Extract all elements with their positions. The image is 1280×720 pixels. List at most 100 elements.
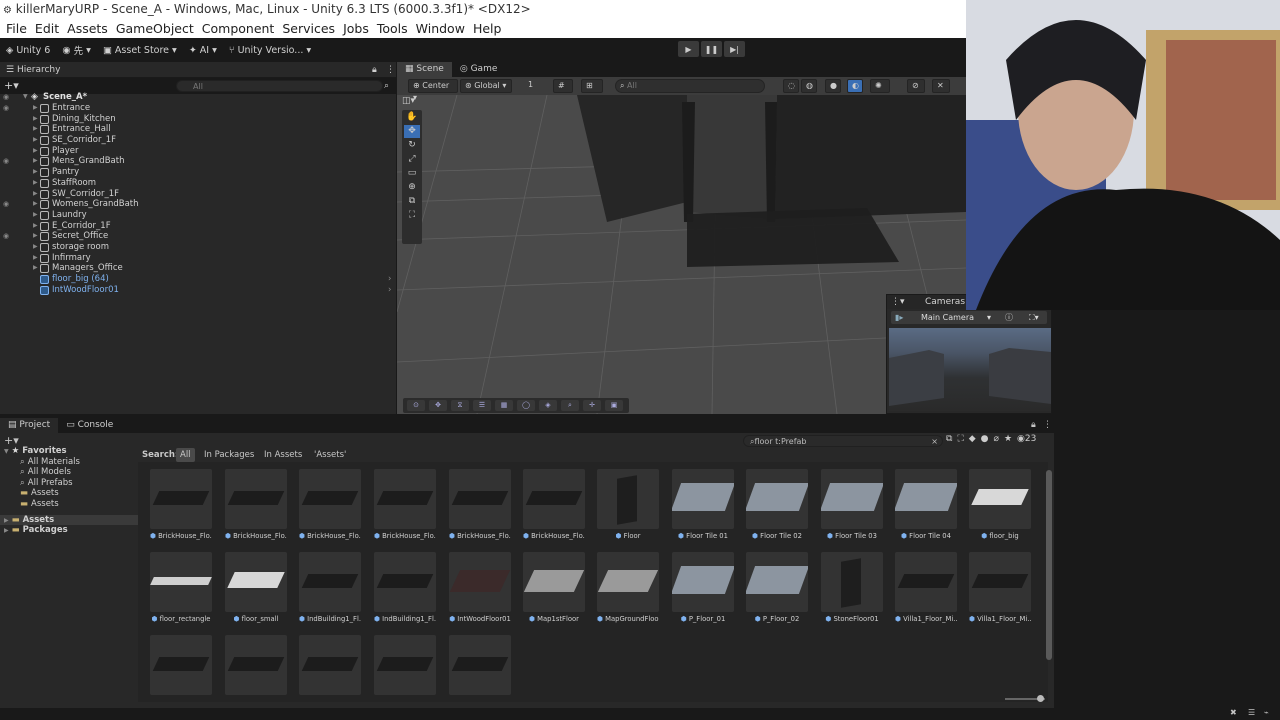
hierarchy-item[interactable]: › floor_big (64) [0,274,396,285]
hierarchy-item[interactable]: ◉ ▶ Womens_GrandBath [0,199,396,210]
visibility-icon[interactable]: ◉ [3,199,9,210]
grid-size-field[interactable]: 1 [524,79,546,93]
overlay-tool-5[interactable]: ▦ [495,400,513,411]
scene-viewport[interactable] [397,62,966,414]
asset-tile[interactable]: ⬢ floor_small [225,552,287,623]
hierarchy-item[interactable]: › IntWoodFloor01 [0,285,396,296]
hierarchy-item[interactable]: ◉ ▶ Secret_Office [0,231,396,242]
pause-button[interactable]: ❚❚ [701,41,722,57]
expand-arrow-icon[interactable]: ▶ [33,253,38,264]
hierarchy-item[interactable]: ▶ SE_Corridor_1F [0,135,396,146]
status-icon-1[interactable]: ✖ [1230,708,1237,717]
camera-settings-icon[interactable]: ⛶▾ [1029,311,1039,324]
hierarchy-search-input[interactable]: All [176,80,383,92]
project-search-input[interactable]: ⌕floor t:Prefab × [743,435,943,447]
expand-arrow-icon[interactable]: ▶ [33,199,38,210]
scope-assets-button[interactable]: In Assets [264,448,302,462]
tree-favorite-item[interactable]: ⌕ All Materials [0,457,138,468]
scene-search-input[interactable]: ⌕ All [615,79,765,93]
expand-arrow-icon[interactable]: ▶ [33,135,38,146]
lit-toggle[interactable]: ◐ [847,79,863,93]
search-by-label-icon[interactable]: ⛶ [957,434,963,448]
thumbnail-size-slider[interactable] [1005,695,1045,702]
expand-arrow-icon[interactable]: ▼ [0,448,9,455]
menu-assets[interactable]: Assets [63,19,112,38]
hidden-packages-icon[interactable]: ◉23 [1017,434,1036,448]
asset-tile[interactable]: ⬢ Floor Tile 01 [672,469,734,540]
drag-handle-icon[interactable]: ⋮▾ [891,295,905,309]
hierarchy-item[interactable]: ▶ storage room [0,242,396,253]
asset-tile[interactable]: ⬢ Floor Tile 04 [895,469,957,540]
tools-toggle[interactable]: ✕ [932,79,950,93]
visibility-icon[interactable]: ◉ [3,156,9,167]
menu-edit[interactable]: Edit [31,19,63,38]
scope-all-button[interactable]: All [176,448,195,462]
hierarchy-item[interactable]: ◉ ▶ Entrance [0,103,396,114]
status-icon-2[interactable]: ☰ [1248,708,1255,717]
overlay-tool-8[interactable]: ⌕ [561,400,579,411]
hierarchy-item[interactable]: ▶ Infirmary [0,253,396,264]
asset-tile[interactable]: ⬢ IntWoodFloor01 [449,552,511,623]
overlay-tool-7[interactable]: ◈ [539,400,557,411]
rotate-tool[interactable]: ↻ [404,139,420,152]
gizmo-toggle-1[interactable]: ◌ [783,79,799,93]
more-options-icon[interactable]: ⋮ [1043,418,1052,433]
overlay-tool-6[interactable]: ◯ [517,400,535,411]
overlay-tool-4[interactable]: ☰ [473,400,491,411]
asset-store-button[interactable]: ▣ Asset Store ▾ [97,41,183,59]
scope-packages-button[interactable]: In Packages [204,448,254,462]
grid-toggle[interactable]: # [553,79,573,93]
expand-arrow-icon[interactable]: ▶ [0,527,9,534]
expand-arrow-icon[interactable]: ▶ [33,189,38,200]
tree-favorite-item[interactable]: ▬ Assets [0,488,138,499]
view-tool[interactable]: ✋ [404,111,420,124]
camera-tool[interactable]: ⛶ [404,209,420,222]
expand-arrow-icon[interactable]: ▼ [23,92,28,103]
visibility-icon[interactable]: ⌀ [994,434,999,448]
hierarchy-item[interactable]: ▶ Laundry [0,210,396,221]
hierarchy-item[interactable]: ▶ Managers_Office [0,263,396,274]
tab-game[interactable]: ◎ Game [452,62,506,77]
tree-favorite-item[interactable]: ⌕ All Prefabs [0,478,138,489]
asset-grid-scrollbar[interactable] [1046,470,1052,660]
expand-arrow-icon[interactable]: ▶ [33,178,38,189]
asset-tile[interactable]: ⬢ Floor Tile 03 [821,469,883,540]
hierarchy-tab[interactable]: ☰ Hierarchy 🔒︎ ⋮ [0,62,396,78]
menu-tools[interactable]: Tools [373,19,412,38]
expand-arrow-icon[interactable]: ▶ [33,156,38,167]
space-dropdown[interactable]: ⊛ Global ▾ [460,79,512,93]
tree-favorites[interactable]: ▼ ★ Favorites [0,446,138,457]
menu-jobs[interactable]: Jobs [339,19,373,38]
unity-account-button[interactable]: ◈ Unity 6 [0,41,56,59]
play-button[interactable]: ▶ [678,41,699,57]
shaded-toggle[interactable]: ● [825,79,841,93]
tree-assets[interactable]: ▶ ▬ Assets [0,514,138,526]
hierarchy-item[interactable]: ▶ E_Corridor_1F [0,221,396,232]
asset-tile[interactable]: ⬢ floor_big [969,469,1031,540]
overlay-tool-9[interactable]: ✛ [583,400,601,411]
hierarchy-item[interactable]: ▶ SW_Corridor_1F [0,189,396,200]
ai-button[interactable]: ✦ AI ▾ [183,41,223,59]
asset-tile[interactable]: ⬢ IndBuilding1_Fl... [374,552,436,623]
hierarchy-item[interactable]: ▶ Entrance_Hall [0,124,396,135]
hidden-toggle[interactable]: ⊘ [907,79,925,93]
tab-scene[interactable]: ▦ Scene [397,62,452,77]
expand-arrow-icon[interactable]: ▶ [33,242,38,253]
expand-arrow-icon[interactable]: ▶ [33,263,38,274]
version-control-button[interactable]: ⑂ Unity Versio... ▾ [223,41,317,59]
chevron-right-icon[interactable]: › [388,274,391,285]
menu-services[interactable]: Services [278,19,339,38]
visibility-icon[interactable]: ◉ [3,231,9,242]
expand-arrow-icon[interactable]: ▶ [0,517,9,524]
orientation-icon[interactable]: ◫▾ [402,96,422,110]
clear-search-icon[interactable]: × [931,436,938,447]
hierarchy-item[interactable]: ▶ Dining_Kitchen [0,114,396,125]
scene-view[interactable]: ▦ Scene ◎ Game ⊕ Center ▾ ⊛ Global ▾ 1 #… [397,62,966,414]
warning-icon[interactable]: ● [981,434,989,448]
expand-arrow-icon[interactable]: ▶ [33,210,38,221]
asset-tile[interactable]: ⬢ MapGroundFloor [597,552,659,623]
hierarchy-scene-row[interactable]: ◉ ▼ ◈ Scene_A* [0,92,396,103]
asset-tile[interactable]: ⬢ Floor Tile 02 [746,469,808,540]
hierarchy-item[interactable]: ▶ StaffRoom [0,178,396,189]
hierarchy-item[interactable]: ▶ Player [0,146,396,157]
